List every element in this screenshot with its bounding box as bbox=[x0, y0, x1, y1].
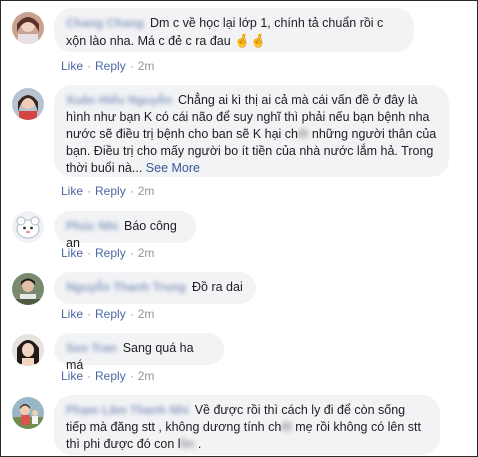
comment-timestamp[interactable]: 2m bbox=[138, 184, 155, 198]
avatar[interactable] bbox=[12, 397, 44, 429]
comment-author[interactable]: Sen Tran bbox=[66, 340, 117, 357]
like-button[interactable]: Like bbox=[61, 246, 83, 260]
comment-text-end: . bbox=[194, 437, 202, 451]
comment-author[interactable]: Phạm Lâm Thanh Nhi bbox=[66, 402, 189, 419]
avatar[interactable] bbox=[12, 273, 44, 305]
reply-button[interactable]: Reply bbox=[95, 184, 126, 198]
reply-button[interactable]: Reply bbox=[95, 369, 126, 383]
comment-bubble: Phúc Nhi Báo công an bbox=[54, 211, 196, 250]
comment-timestamp[interactable]: 2m bbox=[138, 246, 155, 260]
avatar[interactable] bbox=[12, 211, 44, 243]
reply-button[interactable]: Reply bbox=[95, 246, 126, 260]
comment-text: Đồ ra dai bbox=[192, 280, 243, 294]
comment-actions: Like · Reply · 2m bbox=[61, 246, 155, 260]
comment-timestamp[interactable]: 2m bbox=[138, 307, 155, 321]
censored-text: ết bbox=[297, 127, 309, 141]
avatar[interactable] bbox=[12, 12, 44, 44]
comment-author[interactable]: Phúc Nhi bbox=[66, 218, 118, 235]
comment-actions: Like · Reply · 2m bbox=[61, 369, 155, 383]
comment-actions: Like · Reply · 2m bbox=[61, 184, 155, 198]
comment-thread: Chang Chang Dm c về học lại lớp 1, chính … bbox=[0, 0, 478, 457]
censored-text: ết bbox=[281, 420, 292, 434]
censored-text: ồn bbox=[180, 437, 195, 451]
avatar[interactable] bbox=[12, 334, 44, 366]
comment-timestamp[interactable]: 2m bbox=[138, 369, 155, 383]
comment-actions: Like · Reply · 2m bbox=[61, 307, 155, 321]
fingers-crossed-emoji-icon: 🤞🤞 bbox=[234, 33, 267, 48]
avatar[interactable] bbox=[12, 88, 44, 120]
comment-timestamp[interactable]: 2m bbox=[138, 59, 155, 73]
comment-bubble: Nguyễn Thanh Trung Đồ ra dai bbox=[54, 272, 256, 304]
reply-button[interactable]: Reply bbox=[95, 59, 126, 73]
comment-author[interactable]: Xuân Hiểu Nguyễn bbox=[66, 92, 172, 109]
comment-bubble: Chang Chang Dm c về học lại lớp 1, chính … bbox=[54, 8, 414, 52]
see-more-link[interactable]: See More bbox=[146, 161, 200, 175]
comment-bubble: Phạm Lâm Thanh Nhi Về được rồi thì cách l… bbox=[54, 395, 440, 455]
like-button[interactable]: Like bbox=[61, 307, 83, 321]
comment-author[interactable]: Chang Chang bbox=[66, 15, 144, 32]
comment-actions: Like · Reply · 2m bbox=[61, 59, 155, 73]
comment-bubble: Xuân Hiểu Nguyễn Chẳng ai kì thị ai cả mà… bbox=[54, 85, 449, 177]
comment-bubble: Sen Tran Sang quá ha má bbox=[54, 333, 224, 372]
like-button[interactable]: Like bbox=[61, 369, 83, 383]
reply-button[interactable]: Reply bbox=[95, 307, 126, 321]
comment-author[interactable]: Nguyễn Thanh Trung bbox=[66, 279, 186, 296]
like-button[interactable]: Like bbox=[61, 184, 83, 198]
like-button[interactable]: Like bbox=[61, 59, 83, 73]
